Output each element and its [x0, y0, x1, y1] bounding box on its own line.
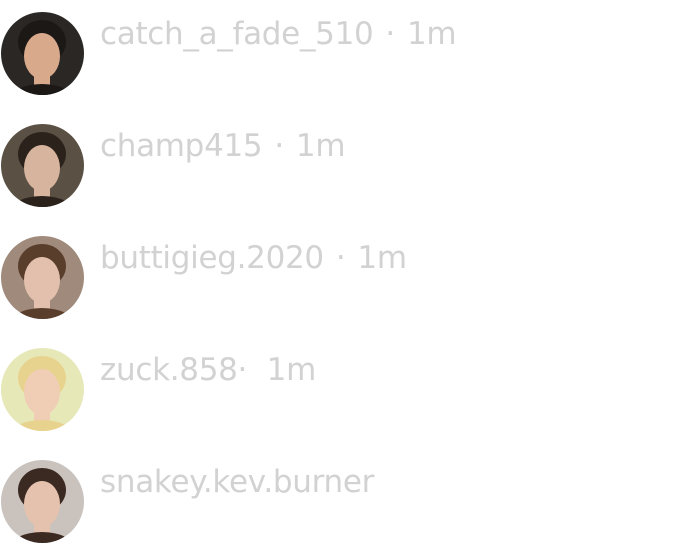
avatar[interactable] [1, 12, 84, 95]
activity-text: zuck.858· 1m [100, 352, 316, 388]
profile-photo [10, 20, 74, 95]
timestamp: 1m [406, 16, 457, 52]
username[interactable]: zuck.858 [100, 352, 238, 388]
activity-text: snakey.kev.burner [100, 464, 374, 500]
profile-photo [10, 244, 74, 319]
timestamp: 1m [266, 352, 317, 388]
list-item[interactable]: snakey.kev.burner [0, 460, 692, 544]
avatar[interactable] [1, 460, 84, 543]
profile-photo [10, 468, 74, 543]
username[interactable]: buttigieg.2020 [100, 240, 324, 276]
separator-dot: · [385, 16, 395, 52]
profile-photo [10, 132, 74, 207]
avatar[interactable] [1, 236, 84, 319]
separator-dot: · [237, 352, 248, 388]
username[interactable]: snakey.kev.burner [100, 464, 374, 500]
list-item[interactable]: buttigieg.2020 · 1m [0, 236, 692, 320]
activity-text: buttigieg.2020 · 1m [100, 240, 407, 276]
activity-text: champ415 · 1m [100, 128, 346, 164]
username[interactable]: champ415 [100, 128, 263, 164]
activity-text: catch_a_fade_510 · 1m [100, 16, 457, 52]
timestamp: 1m [295, 128, 346, 164]
separator-dot: · [274, 128, 284, 164]
avatar[interactable] [1, 124, 84, 207]
list-item[interactable]: zuck.858· 1m [0, 348, 692, 432]
avatar[interactable] [1, 348, 84, 431]
profile-photo [10, 356, 74, 431]
list-item[interactable]: champ415 · 1m [0, 124, 692, 208]
separator-dot: · [335, 240, 346, 276]
timestamp: 1m [357, 240, 407, 276]
list-item[interactable]: catch_a_fade_510 · 1m [0, 12, 692, 96]
username[interactable]: catch_a_fade_510 [100, 16, 374, 52]
